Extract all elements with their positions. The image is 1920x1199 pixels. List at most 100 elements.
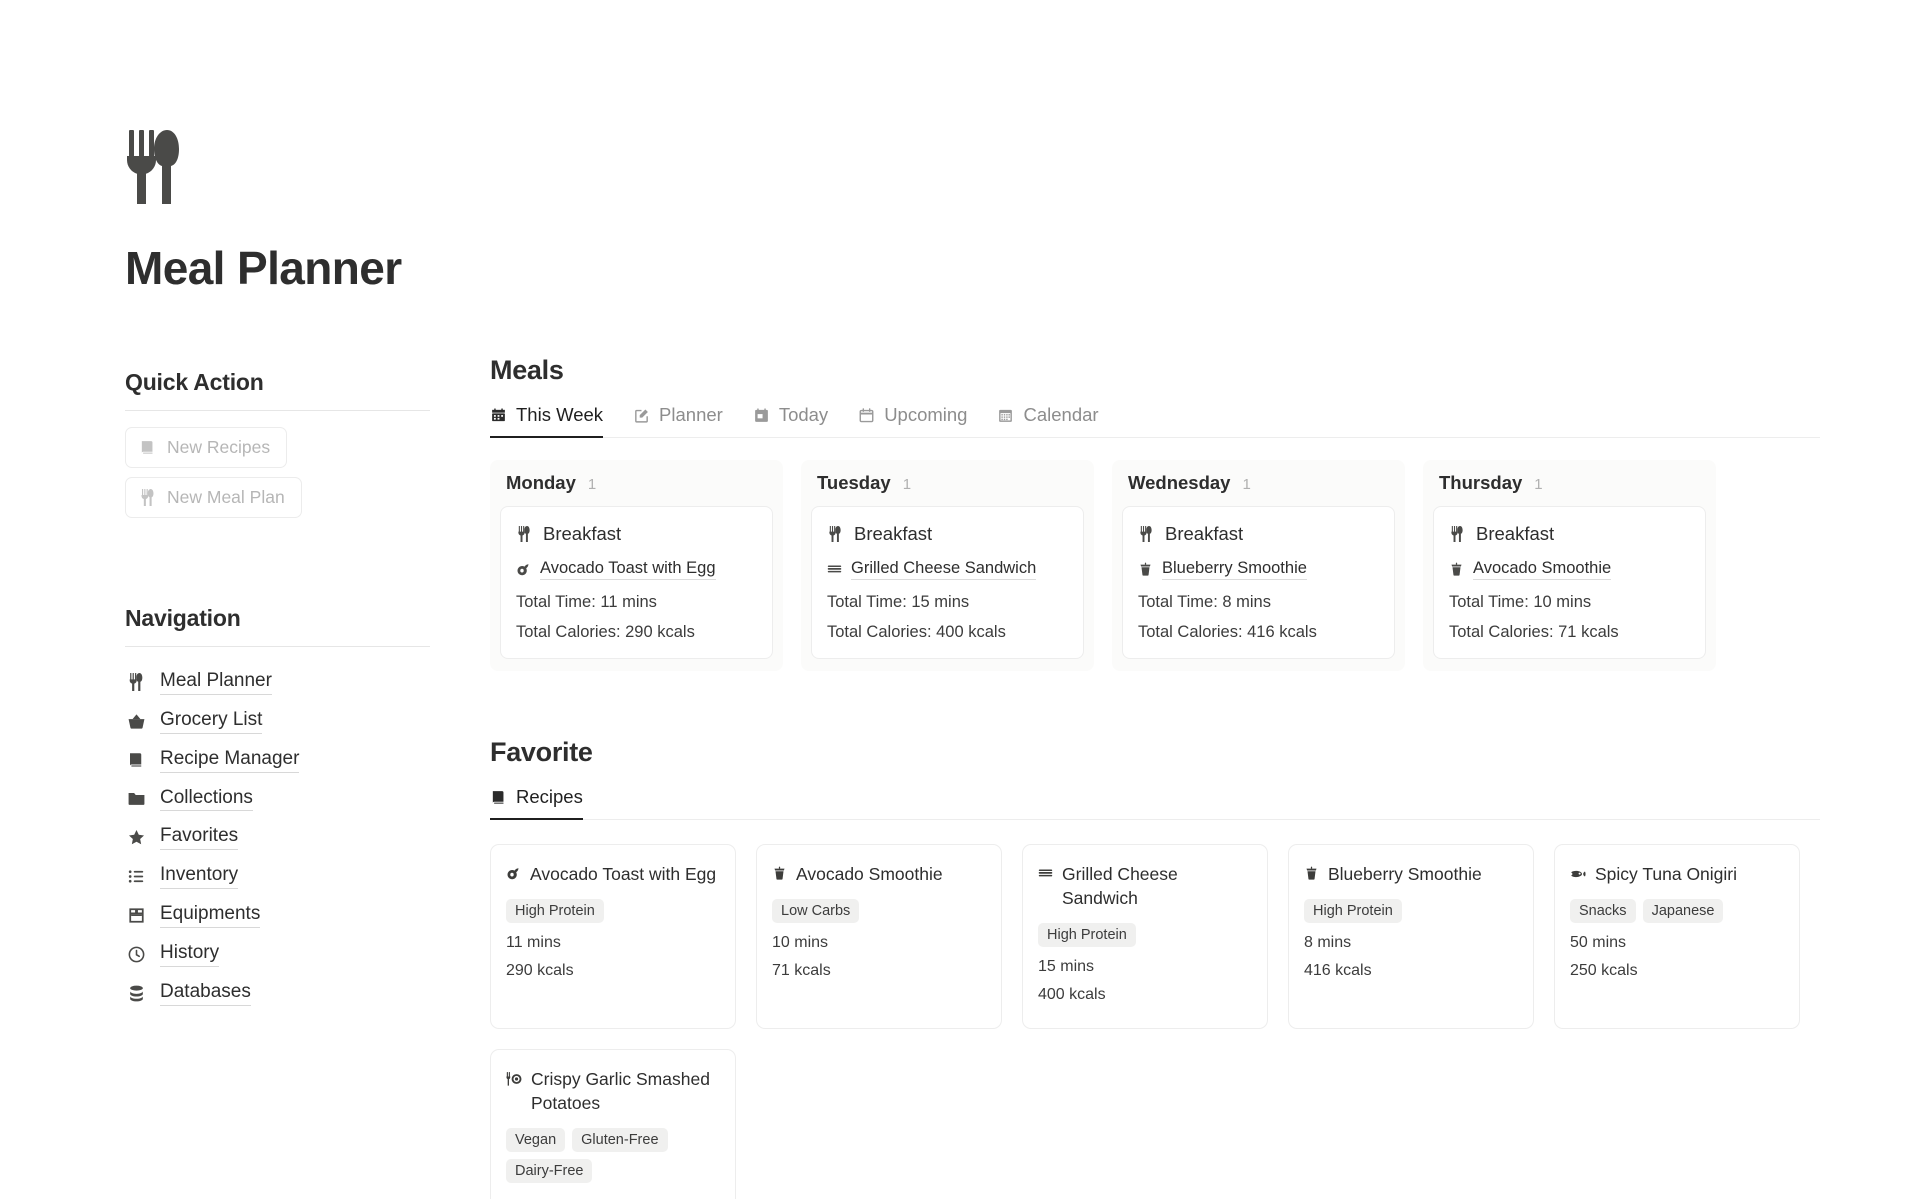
tab-label: Planner — [659, 404, 723, 425]
recipe-tag: High Protein — [506, 898, 604, 923]
fork-knife-icon — [516, 526, 532, 542]
sidebar-item-label: Collections — [160, 787, 253, 812]
recipe-tags: Vegan Gluten-Free Dairy-Free — [506, 1127, 719, 1183]
sidebar-item-label: History — [160, 942, 220, 967]
meal-total-calories: Total Calories: 400 kcals — [827, 623, 1006, 641]
meal-type: Breakfast — [1138, 523, 1378, 545]
smoothie-cup-icon — [1304, 866, 1319, 881]
fork-knife-icon — [1138, 526, 1154, 542]
new-meal-plan-label: New Meal Plan — [167, 487, 285, 507]
recipe-calories: 416 kcals — [1304, 961, 1372, 979]
tab-label: This Week — [516, 404, 604, 425]
recipe-card[interactable]: Grilled Cheese Sandwich High Protein 15 … — [1022, 844, 1268, 1029]
tab-recipes[interactable]: Recipes — [490, 786, 583, 820]
recipe-tags: Snacks Japanese — [1570, 898, 1783, 923]
meal-total-time: Total Time: 10 mins — [1449, 593, 1592, 611]
main-content: Meals This Week Planner Today Upcoming C… — [490, 0, 1920, 1199]
navigation-section: Navigation Meal Planner Grocery List Rec… — [125, 605, 490, 1013]
recipe-title: Grilled Cheese Sandwich — [1038, 863, 1251, 911]
recipe-tag: High Protein — [1304, 898, 1402, 923]
meal-card[interactable]: Breakfast Grilled Cheese Sandwich Total … — [811, 506, 1084, 659]
tab-planner[interactable]: Planner — [633, 404, 723, 437]
recipe-title: Avocado Toast with Egg — [506, 863, 719, 887]
new-recipes-button[interactable]: New Recipes — [125, 427, 288, 468]
meal-type: Breakfast — [1449, 523, 1689, 545]
recipe-card[interactable]: Crispy Garlic Smashed Potatoes Vegan Glu… — [490, 1049, 736, 1199]
tab-this-week[interactable]: This Week — [490, 404, 604, 438]
meal-total-time: Total Time: 11 mins — [516, 593, 657, 611]
sandwich-icon — [1038, 866, 1053, 881]
sidebar-item-favorites[interactable]: Favorites — [125, 818, 490, 857]
meal-type-label: Breakfast — [543, 523, 622, 544]
recipe-title-label: Crispy Garlic Smashed Potatoes — [531, 1069, 710, 1113]
meal-recipe-link[interactable]: Avocado Toast with Egg — [516, 559, 756, 580]
recipe-title: Blueberry Smoothie — [1304, 863, 1517, 887]
new-meal-plan-button[interactable]: New Meal Plan — [125, 477, 302, 518]
fish-icon — [1570, 866, 1586, 882]
meal-recipe-link[interactable]: Grilled Cheese Sandwich — [827, 559, 1067, 580]
recipe-time: 15 mins — [1038, 957, 1095, 975]
day-name: Wednesday — [1128, 472, 1231, 493]
smoothie-cup-icon — [772, 866, 787, 881]
recipe-time: 50 mins — [1570, 933, 1627, 951]
recipe-tag: Japanese — [1642, 898, 1724, 923]
star-icon — [125, 828, 147, 847]
sidebar-item-equipments[interactable]: Equipments — [125, 896, 490, 935]
day-name: Monday — [506, 472, 576, 493]
quick-action-heading: Quick Action — [125, 369, 264, 395]
navigation-list: Meal Planner Grocery List Recipe Manager… — [125, 663, 490, 1013]
clock-icon — [125, 945, 147, 964]
recipe-tag: Vegan — [506, 1127, 566, 1152]
week-meal-columns: Monday 1 Breakfast Avocado Toast with Eg… — [490, 460, 1920, 671]
meal-card[interactable]: Breakfast Avocado Smoothie Total Time: 1… — [1433, 506, 1706, 659]
sidebar-item-label: Databases — [160, 981, 251, 1006]
recipe-card[interactable]: Blueberry Smoothie High Protein 8 mins 4… — [1288, 844, 1534, 1029]
day-meal-count: 1 — [1534, 476, 1543, 493]
new-recipes-label: New Recipes — [167, 437, 271, 457]
sidebar-item-collections[interactable]: Collections — [125, 780, 490, 819]
recipe-tag: Gluten-Free — [572, 1127, 668, 1152]
recipe-title: Avocado Smoothie — [772, 863, 985, 887]
meals-heading: Meals — [490, 355, 564, 385]
day-name: Thursday — [1439, 472, 1523, 493]
day-header: Monday 1 — [500, 472, 773, 506]
recipe-card[interactable]: Avocado Smoothie Low Carbs 10 mins 71 kc… — [756, 844, 1002, 1029]
recipe-card[interactable]: Avocado Toast with Egg High Protein 11 m… — [490, 844, 736, 1029]
sidebar-item-history[interactable]: History — [125, 935, 490, 974]
recipe-tag: Dairy-Free — [506, 1158, 593, 1183]
meal-recipe-label: Blueberry Smoothie — [1162, 559, 1307, 580]
tab-upcoming[interactable]: Upcoming — [858, 404, 967, 437]
app-logo-fork-knife-icon — [125, 130, 490, 209]
list-icon — [125, 867, 147, 886]
recipe-title-label: Avocado Toast with Egg — [530, 864, 717, 884]
tab-today[interactable]: Today — [753, 404, 828, 437]
meal-recipe-label: Grilled Cheese Sandwich — [851, 559, 1037, 580]
sidebar-item-inventory[interactable]: Inventory — [125, 857, 490, 896]
meal-card[interactable]: Breakfast Avocado Toast with Egg Total T… — [500, 506, 773, 659]
tab-label: Upcoming — [884, 404, 968, 425]
sidebar-item-grocery-list[interactable]: Grocery List — [125, 702, 490, 741]
sidebar-item-databases[interactable]: Databases — [125, 974, 490, 1013]
recipe-title-label: Blueberry Smoothie — [1328, 864, 1482, 884]
page-title: Meal Planner — [125, 242, 402, 294]
meal-recipe-link[interactable]: Blueberry Smoothie — [1138, 559, 1378, 580]
recipe-calories: 400 kcals — [1038, 985, 1106, 1003]
tab-calendar[interactable]: Calendar — [997, 404, 1099, 437]
day-column-thursday: Thursday 1 Breakfast Avocado Smoothie To… — [1423, 460, 1716, 671]
sidebar-item-label: Inventory — [160, 864, 239, 890]
meal-recipe-link[interactable]: Avocado Smoothie — [1449, 559, 1689, 580]
meal-card[interactable]: Breakfast Blueberry Smoothie Total Time:… — [1122, 506, 1395, 659]
day-column-tuesday: Tuesday 1 Breakfast Grilled Cheese Sandw… — [801, 460, 1094, 671]
recipe-calories: 250 kcals — [1570, 961, 1638, 979]
sidebar-item-meal-planner[interactable]: Meal Planner — [125, 663, 490, 702]
tab-label: Recipes — [516, 786, 583, 807]
navigation-heading: Navigation — [125, 605, 241, 631]
sidebar-item-label: Meal Planner — [160, 670, 272, 695]
recipe-card[interactable]: Spicy Tuna Onigiri Snacks Japanese 50 mi… — [1554, 844, 1800, 1029]
meals-tabs: This Week Planner Today Upcoming Calenda… — [490, 404, 1820, 438]
calendar-day-icon — [753, 407, 770, 424]
book-icon — [139, 439, 156, 456]
smoothie-cup-icon — [1138, 562, 1153, 577]
oven-icon — [125, 906, 147, 925]
sidebar-item-recipe-manager[interactable]: Recipe Manager — [125, 741, 490, 780]
